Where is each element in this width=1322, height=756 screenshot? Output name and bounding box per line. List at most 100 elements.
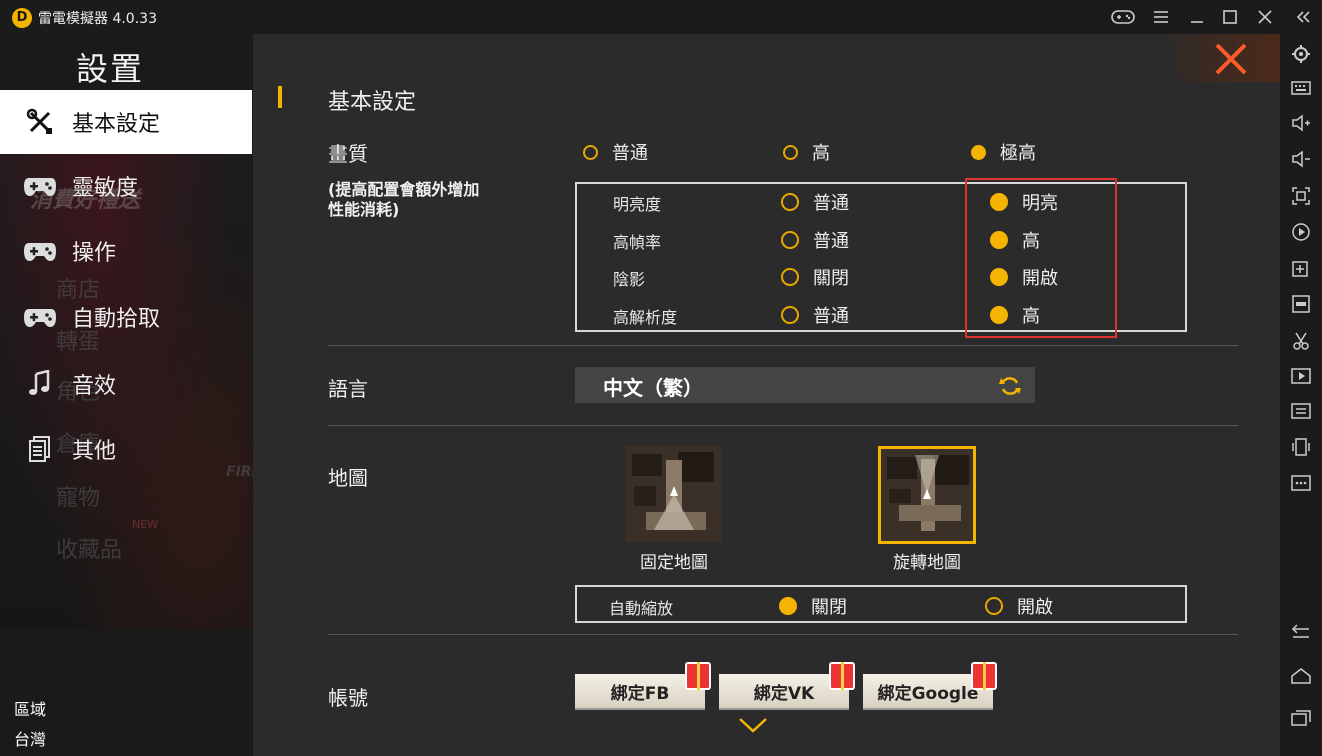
quality-option-label: 普通 xyxy=(612,143,648,164)
radio-button[interactable] xyxy=(781,268,799,286)
sidebar-item-label: 基本設定 xyxy=(72,112,161,137)
quality-option-ultra[interactable]: 極高 xyxy=(971,139,1036,165)
detail-brightness-label: 明亮度 xyxy=(613,195,662,214)
background-text: NEW xyxy=(132,518,159,531)
add-window-icon[interactable] xyxy=(1289,256,1313,280)
volume-down-icon[interactable] xyxy=(1289,147,1313,171)
quality-note: (提高配置會額外增加 性能消耗) xyxy=(328,180,480,219)
rotating-map-option[interactable] xyxy=(878,446,976,544)
sidebar-item-basic-settings[interactable]: 基本設定 xyxy=(0,90,252,154)
sidebar-item-label: 其他 xyxy=(72,439,117,464)
record-icon[interactable] xyxy=(1289,220,1313,244)
shake-icon[interactable] xyxy=(1289,435,1313,459)
resolution-option-normal[interactable]: 普通 xyxy=(781,302,849,328)
wrench-screwdriver-icon xyxy=(20,107,60,137)
detail-framerate-label: 高幀率 xyxy=(613,233,662,252)
sync-icon[interactable] xyxy=(1289,399,1313,423)
radio-button[interactable] xyxy=(781,231,799,249)
settings-gear-icon[interactable] xyxy=(1289,42,1313,66)
brightness-option-bright[interactable]: 明亮 xyxy=(990,189,1058,215)
option-label: 開啟 xyxy=(1017,597,1053,618)
sidebar-item-auto-pickup[interactable]: 自動拾取 xyxy=(0,285,252,349)
close-settings-button[interactable] xyxy=(1170,34,1280,82)
radio-button-selected[interactable] xyxy=(971,144,986,160)
fixed-map-caption: 固定地圖 xyxy=(640,553,708,573)
radio-button-selected[interactable] xyxy=(990,231,1008,249)
settings-sidebar: 消費好禮送 商店 轉蛋 角色 倉庫 寵物 收藏品 NEW FIRE 設置 基本設… xyxy=(0,34,253,756)
collapse-sidebar-icon[interactable] xyxy=(1290,5,1316,29)
auto-zoom-label: 自動縮放 xyxy=(609,599,674,618)
app-title: 雷電模擬器 4.0.33 xyxy=(38,11,157,27)
more-icon[interactable] xyxy=(1289,471,1313,495)
sidebar-item-label: 操作 xyxy=(72,241,117,266)
maximize-icon[interactable] xyxy=(1217,5,1243,29)
video-icon[interactable] xyxy=(1289,364,1313,388)
radio-button[interactable] xyxy=(583,144,598,160)
recent-apps-icon[interactable] xyxy=(1289,706,1313,730)
minimize-icon[interactable] xyxy=(1184,5,1210,29)
document-icon xyxy=(20,434,60,464)
radio-button-selected[interactable] xyxy=(990,268,1008,286)
detail-shadow-label: 陰影 xyxy=(613,270,646,289)
framerate-option-normal[interactable]: 普通 xyxy=(781,227,849,253)
close-window-icon[interactable] xyxy=(1252,5,1278,29)
radio-button[interactable] xyxy=(783,144,798,160)
auto-zoom-option-on[interactable]: 開啟 xyxy=(985,593,1053,619)
sidebar-item-sensitivity[interactable]: 靈敏度 xyxy=(0,154,252,218)
chevron-down-icon[interactable] xyxy=(738,716,768,734)
language-value: 中文（繁） xyxy=(603,376,703,400)
language-label: 語言 xyxy=(328,377,368,401)
sidebar-item-label: 音效 xyxy=(72,374,117,399)
resolution-option-high[interactable]: 高 xyxy=(990,302,1040,328)
region-label: 區域 xyxy=(14,700,47,719)
gift-icon xyxy=(685,662,711,690)
sidebar-item-sound[interactable]: 音效 xyxy=(0,352,252,416)
auto-zoom-option-off[interactable]: 關閉 xyxy=(779,593,847,619)
option-label: 普通 xyxy=(813,306,849,327)
language-select[interactable]: 中文（繁） xyxy=(575,367,1035,403)
rotating-map-caption: 旋轉地圖 xyxy=(893,553,961,573)
gamepad-icon xyxy=(20,171,60,201)
account-label: 帳號 xyxy=(328,686,368,710)
keyboard-icon[interactable] xyxy=(1289,76,1313,100)
option-label: 關閉 xyxy=(811,597,847,618)
radio-button[interactable] xyxy=(985,597,1003,615)
divider xyxy=(328,634,1238,635)
fullscreen-icon[interactable] xyxy=(1289,184,1313,208)
option-label: 關閉 xyxy=(813,268,849,289)
fixed-map-option[interactable] xyxy=(626,446,722,542)
apk-install-icon[interactable] xyxy=(1289,292,1313,316)
app-logo-icon: D xyxy=(12,8,32,28)
radio-button-selected[interactable] xyxy=(990,306,1008,324)
map-label: 地圖 xyxy=(328,466,368,490)
refresh-icon[interactable] xyxy=(999,375,1021,397)
gamepad-icon xyxy=(20,302,60,332)
radio-button-selected[interactable] xyxy=(990,193,1008,211)
quality-option-normal[interactable]: 普通 xyxy=(583,139,648,165)
brightness-option-normal[interactable]: 普通 xyxy=(781,189,849,215)
menu-icon[interactable] xyxy=(1148,5,1174,29)
option-label: 高 xyxy=(1022,306,1040,327)
framerate-option-high[interactable]: 高 xyxy=(990,227,1040,253)
radio-button[interactable] xyxy=(781,193,799,211)
gamepad-icon[interactable] xyxy=(1110,5,1136,29)
home-icon[interactable] xyxy=(1289,664,1313,688)
shadow-option-on[interactable]: 開啟 xyxy=(990,264,1058,290)
music-note-icon xyxy=(20,369,60,399)
gift-icon xyxy=(971,662,997,690)
shadow-option-off[interactable]: 關閉 xyxy=(781,264,849,290)
background-text: 收藏品 xyxy=(56,538,123,563)
radio-button[interactable] xyxy=(781,306,799,324)
sidebar-item-label: 靈敏度 xyxy=(72,176,139,201)
volume-up-icon[interactable] xyxy=(1289,111,1313,135)
option-label: 普通 xyxy=(813,231,849,252)
scissors-icon[interactable] xyxy=(1289,329,1313,353)
option-label: 普通 xyxy=(813,193,849,214)
sidebar-item-controls[interactable]: 操作 xyxy=(0,219,252,283)
back-icon[interactable] xyxy=(1289,619,1313,643)
radio-button-selected[interactable] xyxy=(779,597,797,615)
title-bar: D 雷電模擬器 4.0.33 xyxy=(0,0,1322,34)
sidebar-item-label: 自動拾取 xyxy=(72,307,161,332)
sidebar-item-others[interactable]: 其他 xyxy=(0,417,252,481)
quality-option-high[interactable]: 高 xyxy=(783,139,830,165)
